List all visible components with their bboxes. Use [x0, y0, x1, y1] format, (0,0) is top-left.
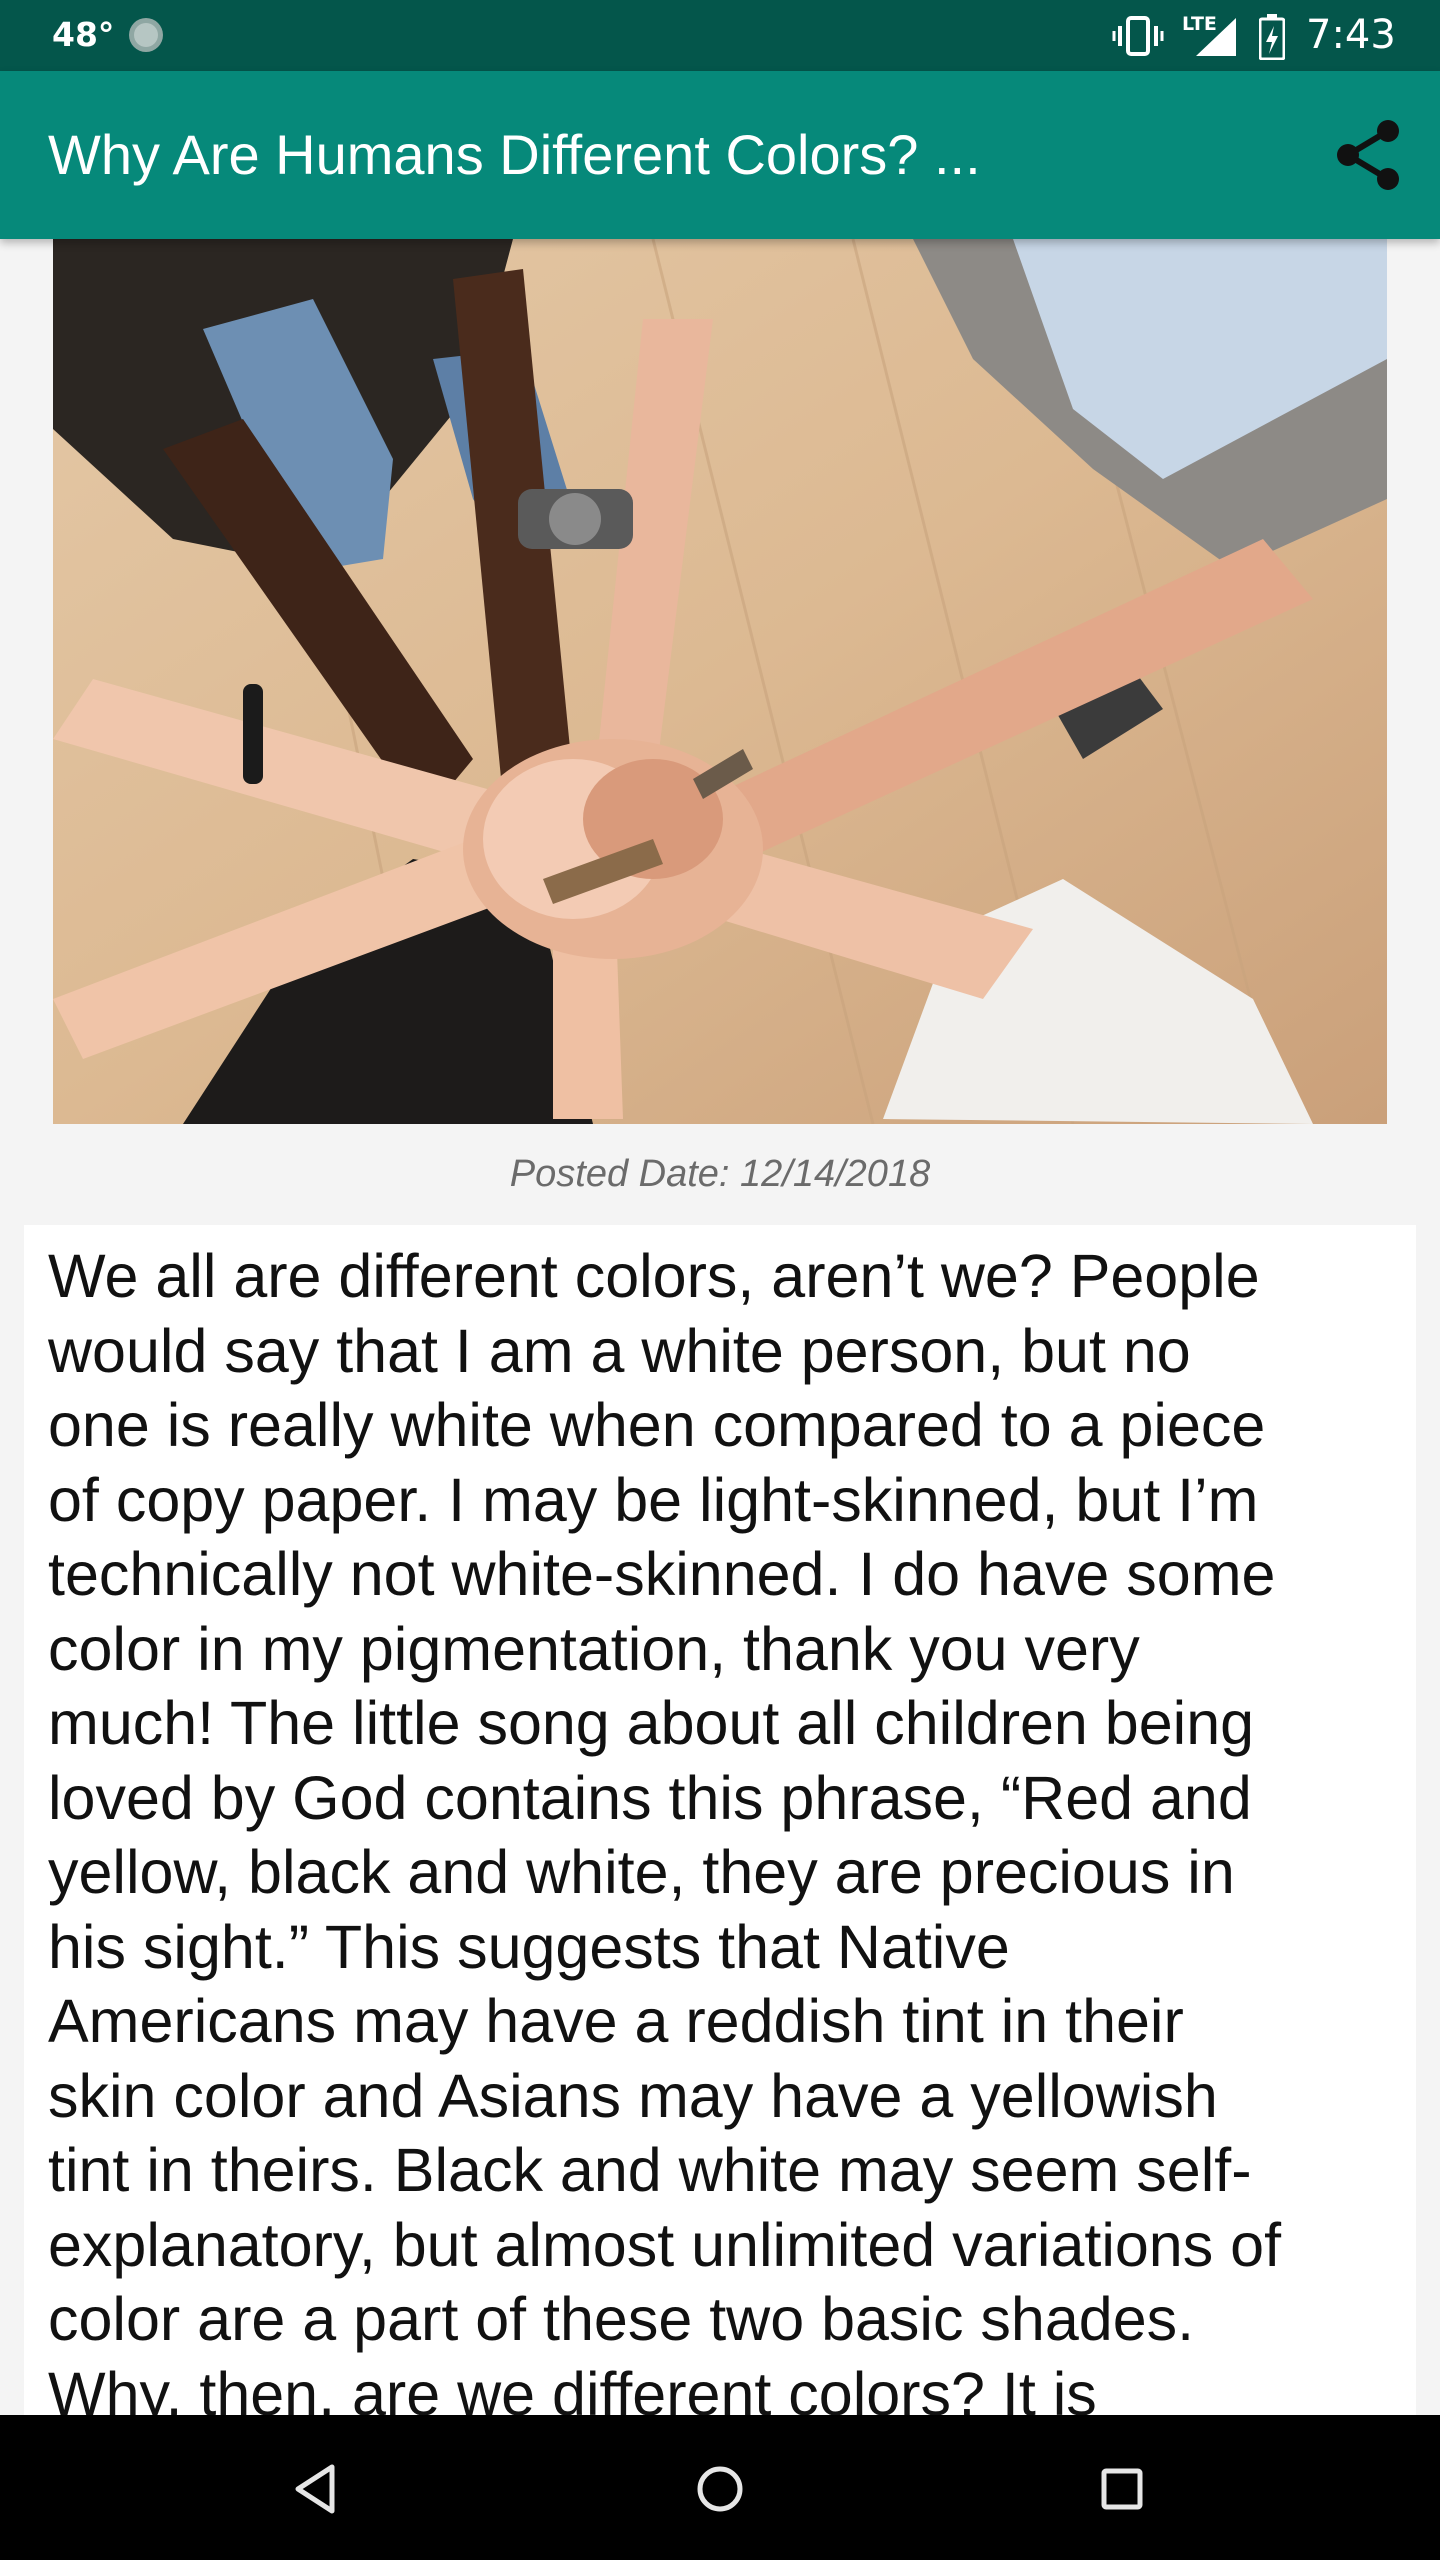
- nav-recents-button[interactable]: [1082, 2449, 1162, 2529]
- status-time: 7:43: [1306, 12, 1396, 58]
- nav-home-button[interactable]: [680, 2449, 760, 2529]
- article-hero-image: [53, 239, 1387, 1124]
- vibrate-icon: [1112, 14, 1164, 58]
- weather-sun-icon: [125, 14, 167, 56]
- status-temperature: 48°: [52, 15, 115, 54]
- share-icon: [1337, 120, 1399, 190]
- system-navigation-bar: [0, 2415, 1440, 2560]
- share-button[interactable]: [1320, 107, 1416, 203]
- article-content[interactable]: Posted Date: 12/14/2018 We all are diffe…: [0, 239, 1440, 2415]
- cell-signal-icon: [1192, 14, 1236, 58]
- back-icon: [295, 2464, 335, 2514]
- article-card: We all are different colors, aren’t we? …: [24, 1225, 1416, 2415]
- article-body-text: We all are different colors, aren’t we? …: [48, 1242, 1282, 2415]
- stacked-hands-photo: [53, 239, 1387, 1124]
- article-title: Why Are Humans Different Colors? ...: [48, 123, 981, 186]
- posted-date: Posted Date: 12/14/2018: [509, 1153, 931, 1195]
- nav-back-button[interactable]: [276, 2449, 356, 2529]
- recents-icon: [1101, 2468, 1143, 2510]
- home-icon: [697, 2466, 743, 2512]
- status-bar: 48° LTE 7:43: [0, 0, 1440, 71]
- app-bar: Why Are Humans Different Colors? ...: [0, 71, 1440, 239]
- battery-icon: [1258, 14, 1286, 61]
